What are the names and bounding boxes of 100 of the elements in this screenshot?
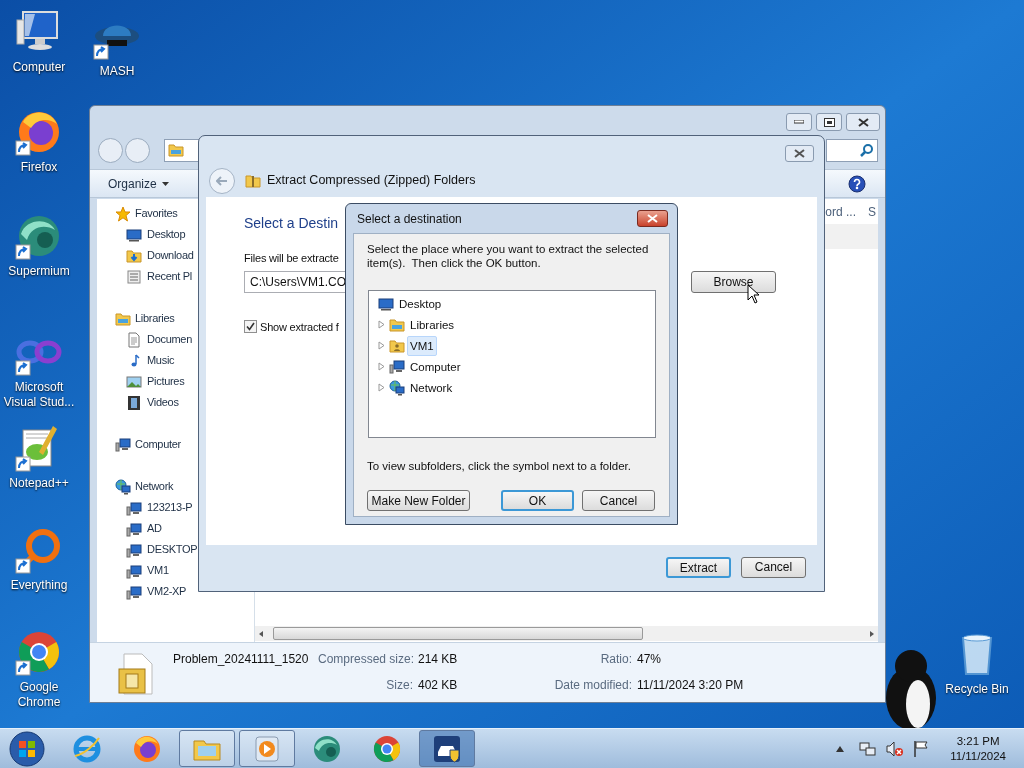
desktop-shortcut[interactable]: Google Chrome bbox=[0, 628, 78, 710]
car-shield-icon bbox=[432, 733, 462, 764]
dialog-title: Extract Compressed (Zipped) Folders bbox=[267, 172, 476, 190]
detail-value: 214 KB bbox=[417, 651, 459, 668]
detail-value: 47% bbox=[636, 651, 663, 668]
star-icon bbox=[115, 205, 131, 222]
flag-icon bbox=[913, 739, 930, 758]
up-arrow-icon bbox=[836, 745, 845, 752]
tree-item[interactable]: VM1 bbox=[407, 335, 437, 356]
column-header[interactable]: ord ... bbox=[825, 202, 856, 221]
checkbox[interactable] bbox=[244, 320, 257, 334]
expander-icon bbox=[378, 320, 386, 329]
dialog-button[interactable]: Cancel bbox=[741, 556, 806, 578]
desktop-shortcut[interactable]: Recycle Bin bbox=[938, 630, 1016, 697]
detail-label: Size: bbox=[385, 677, 413, 694]
nav-item[interactable]: VM2-XP bbox=[97, 581, 254, 602]
nav-item[interactable]: Pictures bbox=[97, 371, 254, 392]
user-folder-icon bbox=[389, 337, 405, 354]
page-heading: Select a Destin bbox=[244, 214, 339, 233]
dialog-button[interactable]: OK bbox=[501, 490, 574, 512]
library-folder-icon bbox=[389, 316, 405, 333]
nav-item[interactable]: Videos bbox=[97, 392, 254, 413]
nav-item[interactable]: Libraries bbox=[97, 308, 254, 329]
nav-item[interactable]: Computer bbox=[97, 434, 254, 455]
desktop-shortcut[interactable]: MASH bbox=[78, 12, 156, 79]
nav-item[interactable]: 123213-P bbox=[97, 497, 254, 518]
nav-item[interactable]: Network bbox=[97, 476, 254, 497]
computer-icon bbox=[126, 562, 142, 579]
desktop-shortcut[interactable]: Computer bbox=[0, 8, 78, 75]
nav-item[interactable]: AD bbox=[97, 518, 254, 539]
search-field[interactable] bbox=[826, 138, 878, 162]
clock[interactable]: 3:21 PM 11/11/2024 bbox=[950, 733, 1006, 764]
checkbox-label: Show extracted f bbox=[260, 319, 339, 335]
maximize-icon bbox=[823, 117, 835, 127]
tree-item[interactable]: Desktop bbox=[396, 293, 445, 314]
dialog-title: Select a destination bbox=[357, 210, 462, 228]
monitor-icon bbox=[126, 226, 142, 243]
close-icon bbox=[647, 214, 658, 223]
desktop-shortcut[interactable]: Everything bbox=[0, 526, 78, 593]
horizontal-scrollbar[interactable] bbox=[255, 626, 878, 641]
library-folder-icon bbox=[168, 142, 184, 158]
pictures-icon bbox=[126, 373, 142, 390]
hint-text: To view subfolders, click the symbol next to a folder. bbox=[367, 459, 632, 474]
dialog-button[interactable]: Make New Folder bbox=[367, 490, 470, 512]
dialog-button[interactable]: Extract bbox=[666, 556, 731, 578]
windows-orb-icon bbox=[9, 730, 45, 767]
start-button[interactable] bbox=[7, 729, 47, 768]
maximize-button[interactable] bbox=[816, 113, 842, 131]
desktop-shortcut[interactable]: Notepad++ bbox=[0, 424, 78, 491]
nav-item[interactable]: Documen bbox=[97, 329, 254, 350]
desktop-shortcut[interactable]: Firefox bbox=[0, 108, 78, 175]
tree-item[interactable]: Libraries bbox=[407, 314, 458, 335]
minimize-icon bbox=[794, 120, 804, 124]
zip-file-icon bbox=[118, 652, 154, 695]
network-icon bbox=[389, 379, 405, 396]
expander-icon bbox=[378, 362, 386, 371]
close-button[interactable] bbox=[785, 145, 814, 162]
computer-icon bbox=[389, 358, 405, 375]
right-arrow-icon bbox=[868, 629, 876, 638]
caret-icon bbox=[161, 181, 169, 186]
taskbar-button[interactable] bbox=[419, 730, 475, 767]
close-icon bbox=[857, 117, 869, 127]
organize-button[interactable]: Organize bbox=[108, 174, 169, 193]
recent-places-icon bbox=[126, 268, 142, 285]
close-button[interactable] bbox=[637, 210, 668, 227]
play-icon bbox=[252, 733, 282, 764]
library-folder-icon bbox=[115, 310, 131, 327]
browser-e-icon bbox=[72, 733, 102, 764]
computer-icon bbox=[126, 583, 142, 600]
muted-speaker-icon bbox=[886, 739, 905, 758]
document-icon bbox=[126, 331, 142, 348]
tree-item[interactable]: Computer bbox=[407, 356, 464, 377]
search-icon bbox=[860, 143, 874, 157]
close-icon bbox=[794, 149, 805, 158]
nav-item[interactable]: VM1 bbox=[97, 560, 254, 581]
detail-value: 11/11/2024 3:20 PM bbox=[636, 677, 744, 694]
network-icon bbox=[115, 478, 131, 495]
detail-value: 402 KB bbox=[417, 677, 459, 694]
detail-label: Compressed size: bbox=[318, 651, 413, 668]
computer-icon bbox=[126, 541, 142, 558]
check-icon bbox=[246, 322, 255, 332]
desktop-shortcut[interactable]: Microsoft Visual Stud... bbox=[0, 328, 78, 410]
dialog-button[interactable]: Cancel bbox=[582, 490, 655, 512]
pointer-cursor-icon bbox=[747, 284, 761, 304]
nav-item[interactable]: Music bbox=[97, 350, 254, 371]
monitor-icon bbox=[378, 295, 394, 312]
expander-icon bbox=[378, 341, 386, 350]
close-button[interactable] bbox=[846, 113, 880, 131]
nav-item[interactable]: DESKTOP bbox=[97, 539, 254, 560]
network-icon bbox=[859, 739, 878, 758]
browse-button[interactable]: Browse bbox=[691, 270, 776, 293]
desktop-shortcut[interactable]: Supermium bbox=[0, 212, 78, 279]
fox-globe-icon bbox=[132, 733, 162, 764]
left-arrow-icon bbox=[257, 629, 265, 638]
swirl-globe-icon bbox=[312, 733, 342, 764]
column-header[interactable]: S bbox=[868, 202, 876, 221]
tree-item[interactable]: Network bbox=[407, 377, 456, 398]
back-arrow-icon bbox=[216, 175, 228, 186]
expander-icon bbox=[378, 383, 386, 392]
zip-folder-icon bbox=[245, 172, 261, 189]
